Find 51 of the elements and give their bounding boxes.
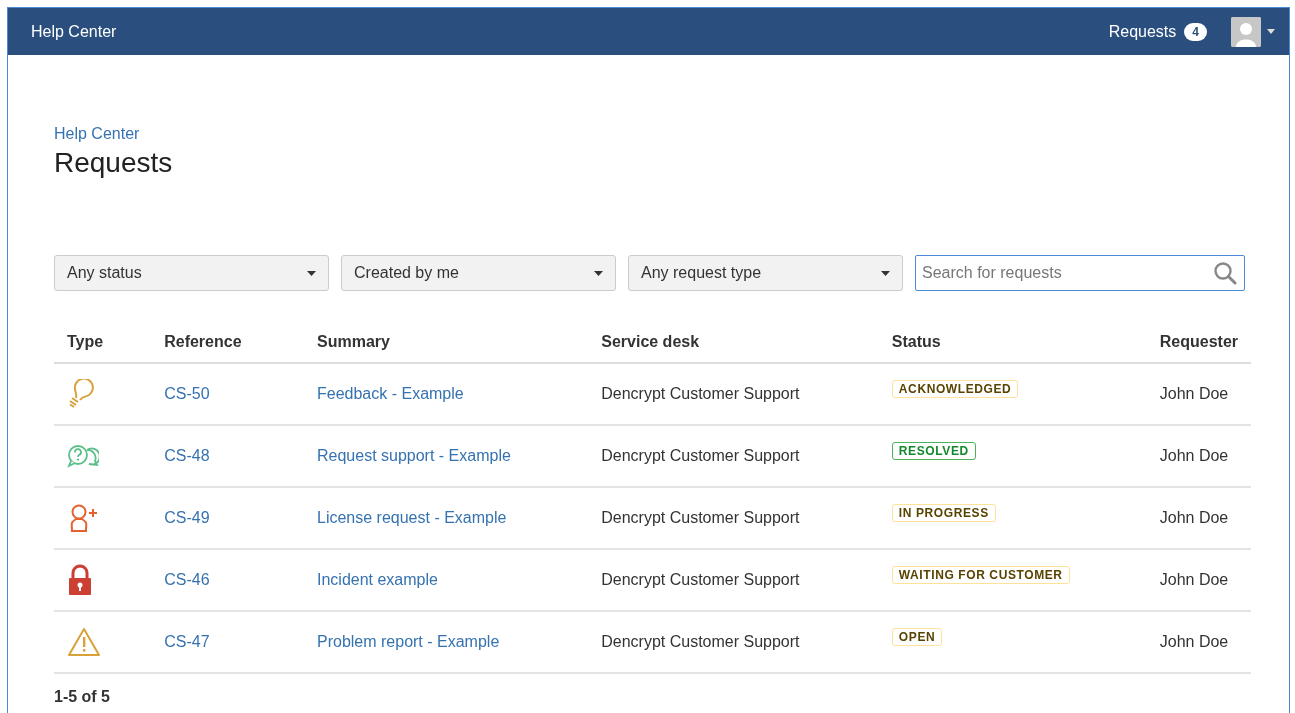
- page-title: Requests: [54, 147, 174, 179]
- search-field[interactable]: Search for requests: [915, 255, 1245, 291]
- column-header: Status: [891, 333, 941, 350]
- summary-link[interactable]: Feedback - Example: [317, 385, 464, 402]
- service-desk-cell: Dencrypt Customer Support: [601, 509, 800, 526]
- column-header: Type: [67, 333, 104, 350]
- pagination-text: 1-5 of 5: [54, 688, 111, 706]
- requester-cell: John Doe: [1159, 571, 1229, 588]
- column-header: Service desk: [601, 333, 700, 350]
- column-header: Summary: [317, 333, 390, 350]
- question-bubble-icon: [67, 444, 99, 468]
- service-desk-cell: Dencrypt Customer Support: [601, 385, 800, 402]
- service-desk-cell: Dencrypt Customer Support: [601, 447, 800, 464]
- reference-link[interactable]: CS-46: [164, 571, 210, 588]
- filter-dropdown[interactable]: Any status: [54, 255, 329, 291]
- column-header: Reference: [164, 333, 242, 350]
- filter-dropdown[interactable]: Any request type: [628, 255, 903, 291]
- status-lozenge: ACKNOWLEDGED: [891, 379, 1019, 398]
- filter-dropdown[interactable]: Created by me: [341, 255, 616, 291]
- status-lozenge: OPEN: [891, 627, 943, 646]
- requester-cell: John Doe: [1159, 447, 1229, 464]
- breadcrumb-link[interactable]: Help Center: [54, 125, 140, 142]
- reference-link[interactable]: CS-48: [164, 447, 210, 464]
- service-desk-cell: Dencrypt Customer Support: [601, 571, 800, 588]
- caret-icon: [881, 270, 890, 276]
- lightbulb-icon: [67, 379, 95, 409]
- reference-link[interactable]: CS-50: [164, 385, 210, 402]
- reference-link[interactable]: CS-47: [164, 633, 210, 650]
- lock-icon: [67, 564, 93, 596]
- requester-cell: John Doe: [1159, 633, 1229, 650]
- status-lozenge: RESOLVED: [891, 441, 976, 460]
- service-desk-cell: Dencrypt Customer Support: [601, 633, 800, 650]
- caret-icon[interactable]: [1267, 29, 1275, 34]
- caret-icon: [594, 270, 603, 276]
- requester-cell: John Doe: [1159, 509, 1229, 526]
- warning-icon: [67, 627, 101, 657]
- summary-link[interactable]: Problem report - Example: [317, 633, 500, 650]
- requests-link[interactable]: Requests 4: [1108, 22, 1207, 41]
- caret-icon: [307, 270, 316, 276]
- search-icon[interactable]: [1213, 261, 1237, 285]
- avatar-icon[interactable]: [1231, 16, 1261, 47]
- requester-cell: John Doe: [1159, 385, 1229, 402]
- status-lozenge: WAITING FOR CUSTOMER: [891, 565, 1070, 584]
- summary-link[interactable]: License request - Example: [317, 509, 507, 526]
- help-center-title[interactable]: Help Center: [31, 22, 1109, 41]
- summary-link[interactable]: Request support - Example: [317, 447, 511, 464]
- status-lozenge: IN PROGRESS: [891, 503, 996, 522]
- column-header: Requester: [1159, 333, 1238, 350]
- reference-link[interactable]: CS-49: [164, 509, 210, 526]
- summary-link[interactable]: Incident example: [317, 571, 438, 588]
- requests-count: 4: [1184, 22, 1207, 41]
